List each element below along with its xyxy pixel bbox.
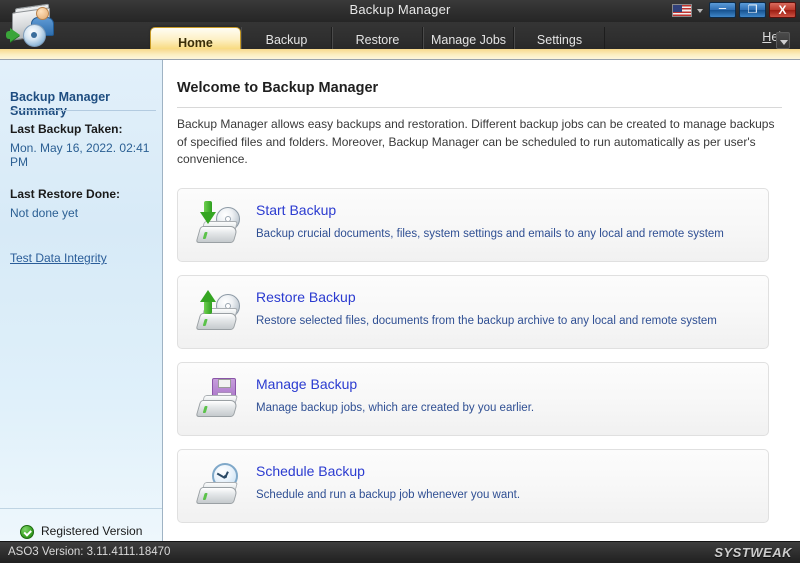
- tab-restore-label: Restore: [355, 33, 400, 47]
- sidebar-divider-top: [0, 508, 162, 509]
- drive-clock-icon: [194, 460, 248, 512]
- accent-strip: [0, 49, 800, 60]
- card-manage-backup-title[interactable]: Manage Backup: [256, 376, 357, 392]
- tab-backup-label: Backup: [265, 33, 308, 47]
- title-divider: [177, 107, 782, 108]
- help-label-underlined: H: [762, 30, 772, 44]
- tab-settings-label: Settings: [536, 33, 583, 47]
- page-description: Backup Manager allows easy backups and r…: [177, 117, 775, 166]
- test-data-integrity-link[interactable]: Test Data Integrity: [10, 251, 107, 265]
- help-chevron-down-icon[interactable]: [780, 40, 788, 45]
- backup-manager-window: Backup Manager – ❐ X Home Backup Restore…: [0, 0, 800, 563]
- card-restore-backup-title[interactable]: Restore Backup: [256, 289, 356, 305]
- minimize-button[interactable]: –: [709, 0, 736, 18]
- main-panel: Welcome to Backup Manager Backup Manager…: [164, 60, 800, 541]
- maximize-button[interactable]: ❐: [739, 2, 766, 18]
- close-button[interactable]: X: [769, 2, 796, 18]
- card-schedule-backup[interactable]: Schedule Backup Schedule and run a backu…: [177, 449, 769, 523]
- us-flag-icon[interactable]: [672, 4, 692, 17]
- tab-home-label: Home: [178, 36, 213, 50]
- last-restore-value: Not done yet: [10, 206, 79, 220]
- last-backup-value: Mon. May 16, 2022. 02:41 PM: [10, 141, 150, 169]
- help-menu[interactable]: Help: [762, 30, 790, 49]
- sidebar-title-divider: [10, 110, 156, 111]
- card-start-backup-title[interactable]: Start Backup: [256, 202, 336, 218]
- close-icon: X: [778, 3, 787, 17]
- card-restore-backup-desc: Restore selected files, documents from t…: [256, 315, 717, 327]
- card-start-backup-desc: Backup crucial documents, files, system …: [256, 228, 724, 240]
- registered-label: Registered Version: [41, 524, 143, 538]
- drive-upload-arrow-icon: [194, 286, 248, 338]
- card-manage-backup[interactable]: Manage Backup Manage backup jobs, which …: [177, 362, 769, 436]
- last-restore-label: Last Restore Done:: [10, 187, 121, 201]
- card-schedule-backup-desc: Schedule and run a backup job whenever y…: [256, 489, 521, 501]
- version-text: ASO3 Version: 3.11.4111.18470: [8, 546, 171, 558]
- content-area: Backup Manager Summary Last Backup Taken…: [0, 60, 800, 548]
- drive-floppy-icon: [194, 373, 248, 425]
- sidebar: Backup Manager Summary Last Backup Taken…: [0, 60, 163, 548]
- tab-manage-jobs-label: Manage Jobs: [430, 33, 507, 47]
- card-restore-backup[interactable]: Restore Backup Restore selected files, d…: [177, 275, 769, 349]
- brand-watermark: SYSTWEAK: [714, 545, 792, 560]
- card-manage-backup-desc: Manage backup jobs, which are created by…: [256, 402, 535, 414]
- language-chevron-down-icon[interactable]: [697, 9, 703, 13]
- sidebar-title: Backup Manager Summary: [10, 90, 111, 118]
- page-title: Welcome to Backup Manager: [177, 80, 379, 96]
- last-backup-label: Last Backup Taken:: [10, 122, 123, 136]
- minimize-icon: –: [718, 0, 727, 15]
- check-circle-icon: [20, 525, 34, 539]
- status-bar: ASO3 Version: 3.11.4111.18470 SYSTWEAK: [0, 541, 800, 563]
- title-bar: Backup Manager – ❐ X: [0, 0, 800, 23]
- drive-download-arrow-icon: [194, 199, 248, 251]
- maximize-icon: ❐: [747, 4, 758, 16]
- card-schedule-backup-title[interactable]: Schedule Backup: [256, 463, 365, 479]
- card-start-backup[interactable]: Start Backup Backup crucial documents, f…: [177, 188, 769, 262]
